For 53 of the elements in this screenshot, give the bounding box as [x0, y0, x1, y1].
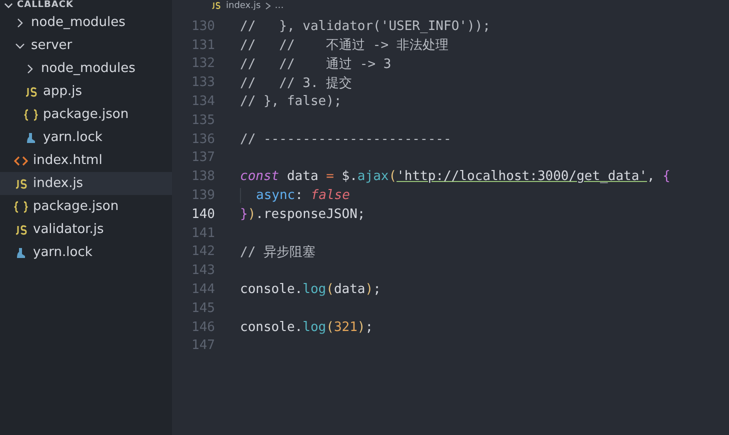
- line-number: 132: [190, 56, 215, 72]
- line-number: 147: [190, 338, 215, 354]
- line-number: 130: [190, 18, 215, 34]
- code-brackets-icon: [14, 154, 28, 166]
- code-line: // // 3. 提交: [240, 74, 352, 92]
- file-tree-item[interactable]: node_modules: [0, 11, 172, 34]
- line-number: 134: [190, 94, 215, 110]
- line-number: 144: [190, 282, 215, 298]
- explorer-title: CALLBACK: [17, 0, 74, 11]
- file-tree-item[interactable]: app.js: [0, 80, 172, 103]
- code-line: // }, validator('USER_INFO'));: [240, 18, 490, 34]
- line-number: 139: [190, 188, 215, 204]
- file-tree-item[interactable]: yarn.lock: [0, 241, 172, 264]
- code-line: // // 不通过 -> 非法处理: [240, 37, 448, 54]
- line-number: 140: [190, 206, 215, 222]
- js-icon: [14, 224, 28, 236]
- line-number: 133: [190, 75, 215, 90]
- file-tree-item[interactable]: index.js: [0, 172, 172, 195]
- line-number: 138: [190, 169, 215, 184]
- js-icon: [14, 178, 28, 190]
- braces-icon: [14, 200, 28, 212]
- line-number: 143: [190, 263, 215, 278]
- code-line: // 异步阻塞: [240, 244, 316, 261]
- code-line: const data = $.ajax('http://localhost:3000/get_data', {: [240, 169, 670, 184]
- file-tree-item[interactable]: server: [0, 34, 172, 57]
- file-tree-item[interactable]: index.html: [0, 149, 172, 172]
- line-number: 145: [190, 300, 215, 316]
- line-number: 136: [190, 132, 215, 147]
- file-tree-item[interactable]: validator.js: [0, 218, 172, 241]
- line-number: 146: [190, 320, 215, 335]
- js-icon: [210, 1, 222, 10]
- braces-icon: [24, 108, 38, 120]
- file-tree-item[interactable]: node_modules: [0, 57, 172, 80]
- line-number: 142: [190, 244, 215, 260]
- line-number: 141: [190, 226, 215, 241]
- file-tree-item[interactable]: package.json: [0, 195, 172, 218]
- code-line: async: false: [240, 188, 350, 204]
- line-number: 137: [190, 150, 215, 166]
- chevron-icon[interactable]: [4, 1, 13, 10]
- breadcrumb-more[interactable]: …: [274, 0, 284, 10]
- code-line: }).responseJSON;: [240, 206, 366, 222]
- code-line: // // 通过 -> 3: [240, 56, 392, 73]
- js-icon: [24, 86, 38, 98]
- line-number: 135: [190, 112, 215, 128]
- code-line: console.log(data);: [240, 282, 381, 298]
- file-tree-item[interactable]: package.json: [0, 103, 172, 126]
- file-tree-item[interactable]: yarn.lock: [0, 126, 172, 149]
- code-line: // }, false);: [240, 94, 342, 110]
- line-number: 131: [190, 38, 215, 53]
- chevron-icon: [264, 2, 271, 10]
- code-line: console.log(321);: [240, 320, 374, 335]
- breadcrumb-file[interactable]: index.js: [226, 0, 261, 10]
- code-line: // ------------------------: [240, 132, 452, 147]
